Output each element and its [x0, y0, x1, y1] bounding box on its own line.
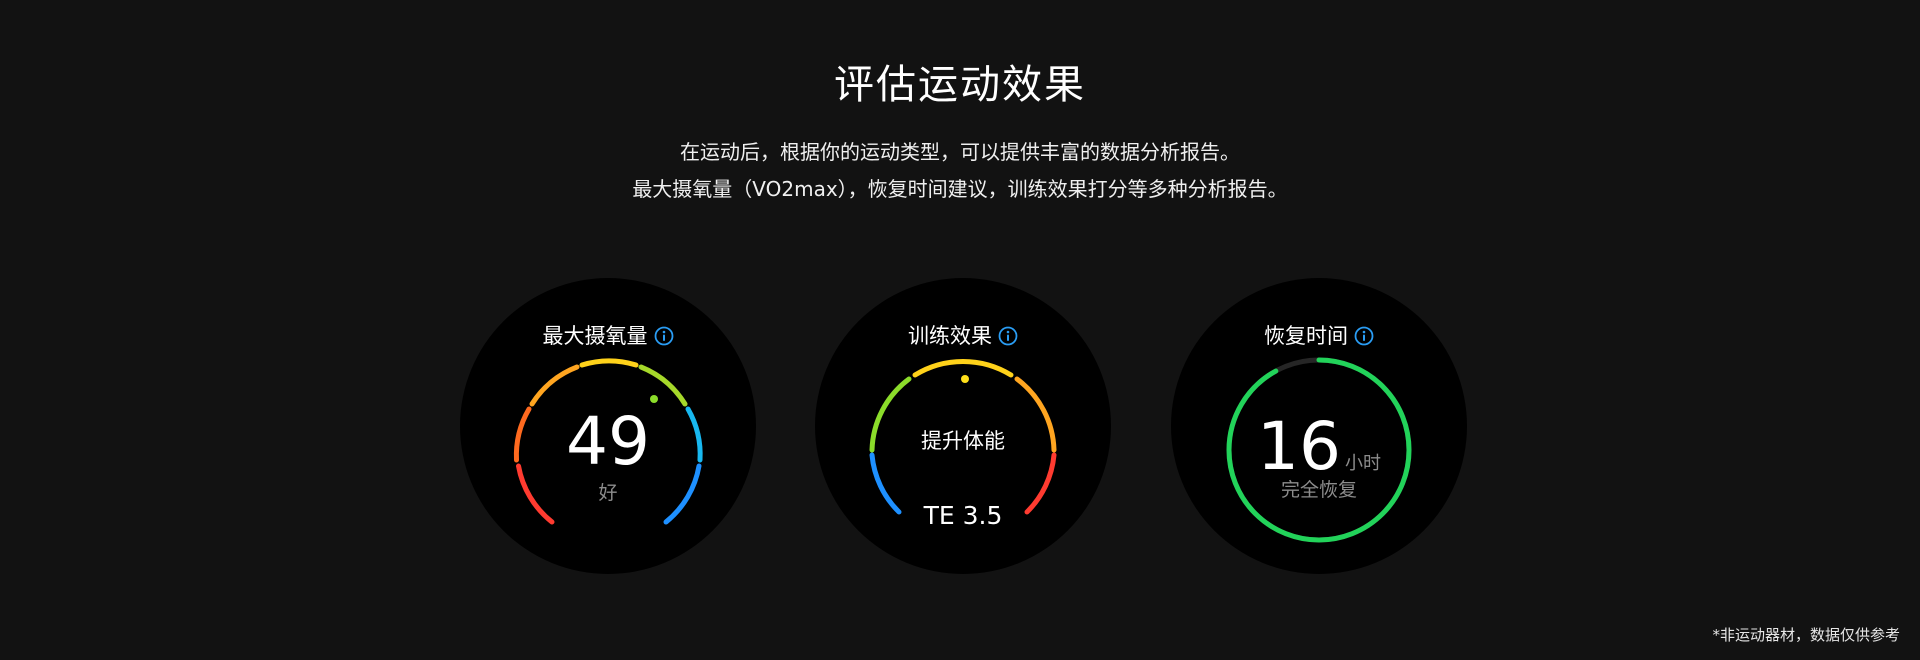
training-effect-score: TE 3.5 — [923, 501, 1003, 530]
page-title: 评估运动效果 — [834, 62, 1086, 108]
recovery-hours-value: 16 — [1257, 408, 1341, 485]
training-effect-watch-face: 训练效果 提升体能 TE 3.5 — [815, 278, 1111, 574]
recovery-time-title: 恢复时间 — [1264, 324, 1348, 348]
info-icon[interactable] — [654, 326, 674, 351]
recovery-status: 完全恢复 — [1280, 479, 1357, 501]
gauge-segment-yellow — [579, 358, 639, 368]
recovery-time-watch-face: 恢复时间 16 小时 完全恢复 — [1171, 278, 1467, 574]
vo2max-title: 最大摄氧量 — [542, 324, 648, 348]
gauge-segment-lime — [638, 364, 688, 407]
description-line-1: 在运动后，根据你的运动类型，可以提供丰富的数据分析报告。 — [680, 140, 1240, 164]
gauge-segment-amber — [529, 364, 580, 407]
gauge-indicator-dot — [961, 375, 969, 383]
gauge-segment-yellow — [912, 359, 1014, 378]
recovery-hours-unit: 小时 — [1344, 453, 1381, 474]
info-icon[interactable] — [1354, 326, 1374, 351]
description-line-2: 最大摄氧量（VO2max），恢复时间建议，训练效果打分等多种分析报告。 — [632, 177, 1288, 201]
gauge-indicator-dot — [650, 395, 658, 403]
vo2max-rating: 好 — [598, 482, 618, 504]
training-effect-label: 提升体能 — [921, 429, 1005, 453]
info-icon[interactable] — [998, 326, 1018, 351]
disclaimer-footnote: *非运动器材，数据仅供参考 — [1712, 626, 1900, 644]
vo2max-value: 49 — [566, 403, 650, 480]
vo2max-watch-face: 最大摄氧量 49 好 — [460, 278, 756, 574]
training-effect-title: 训练效果 — [908, 324, 992, 348]
